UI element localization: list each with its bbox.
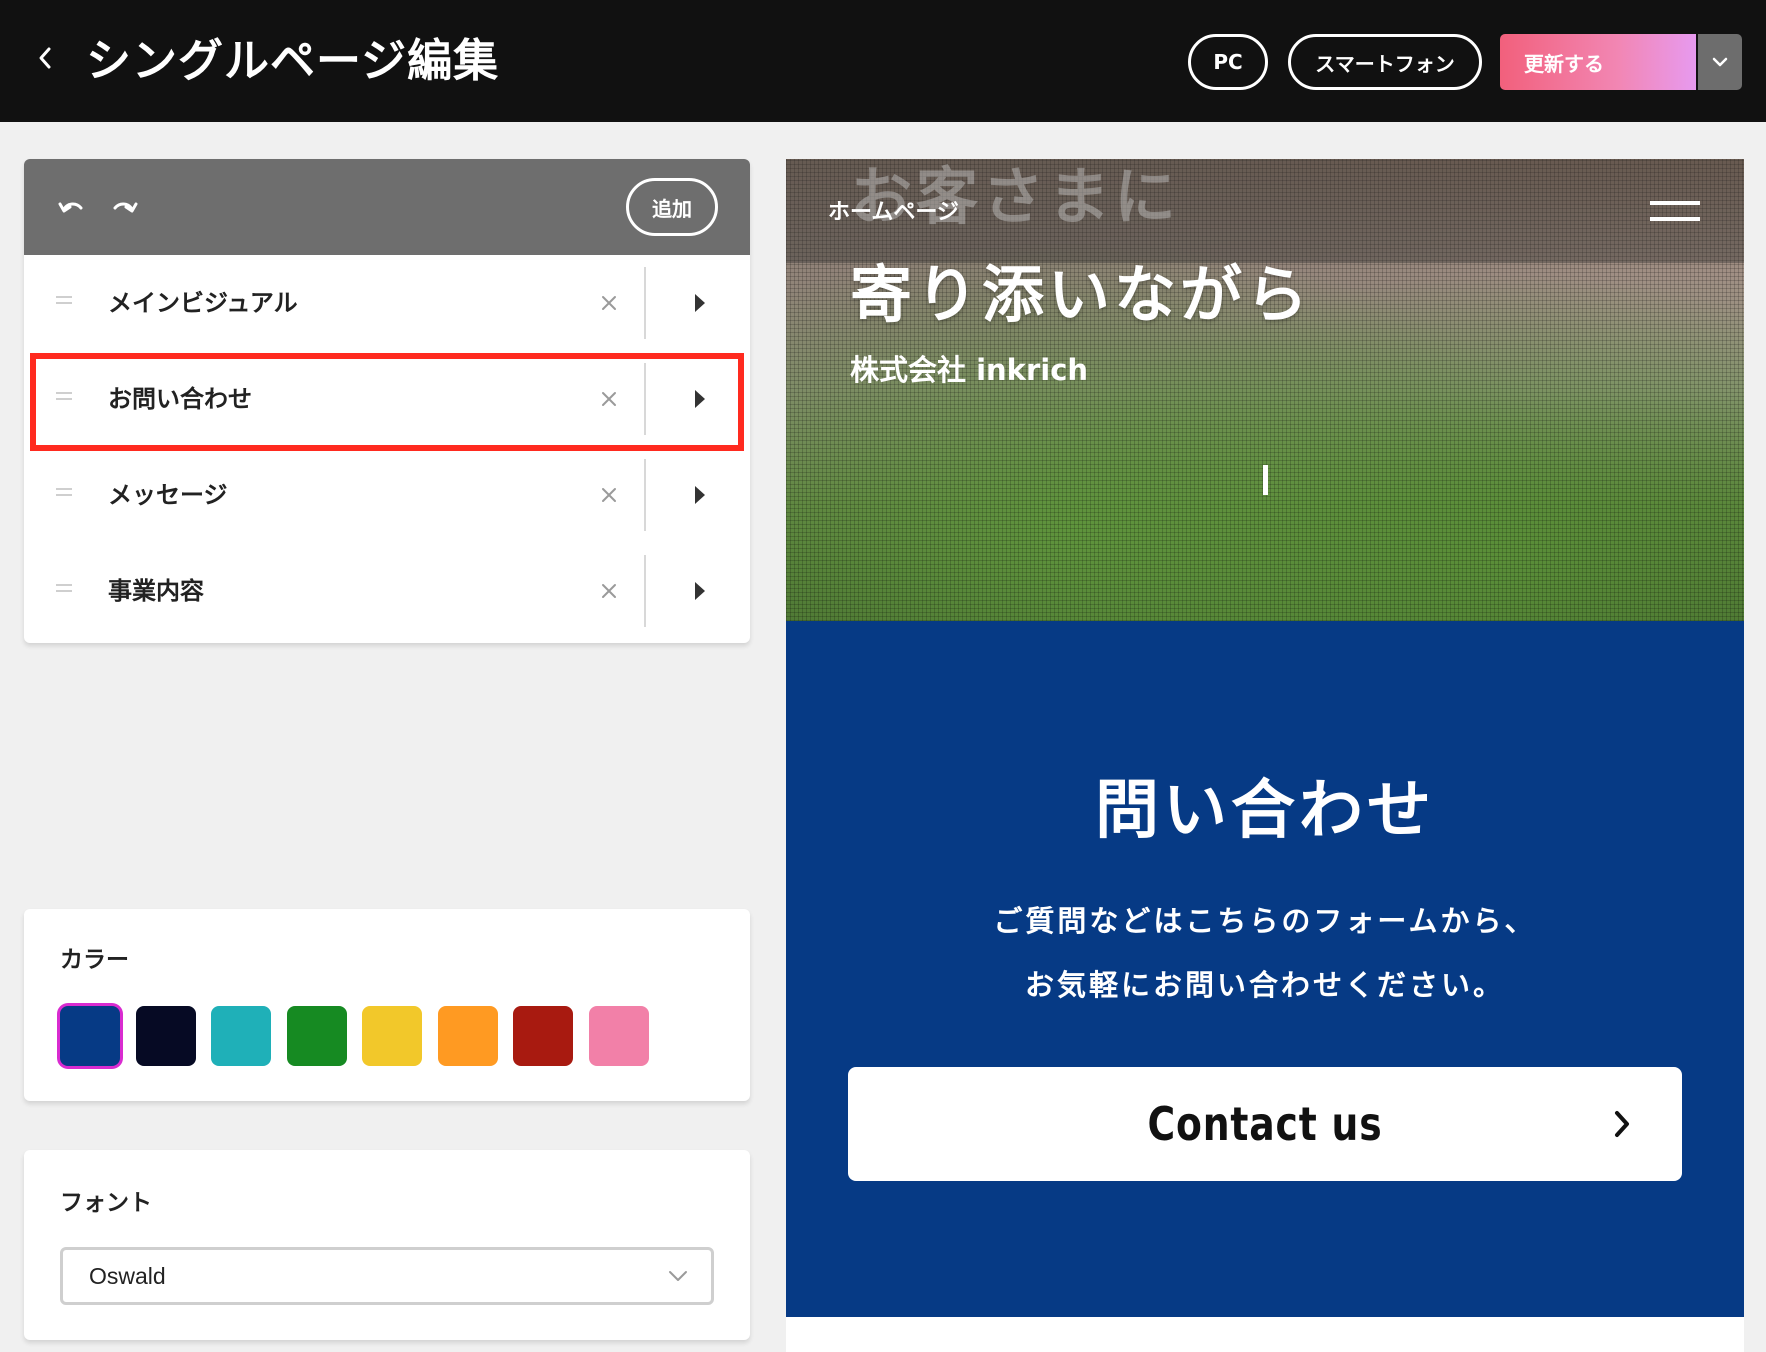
sections-toolbar: 追加: [24, 159, 750, 255]
sections-panel: 追加 メインビジュアル お問い合わせ メッセージ 事業内容: [24, 159, 750, 643]
caret-right-icon[interactable]: [690, 385, 710, 413]
contact-description-line1: ご質問などはこちらのフォームから、: [993, 904, 1537, 938]
row-divider: [644, 459, 646, 531]
font-panel: フォント Oswald: [24, 1150, 750, 1340]
contact-title: 問い合わせ: [1095, 774, 1435, 848]
color-heading: カラー: [60, 947, 129, 973]
chevron-right-icon: [1610, 1107, 1634, 1141]
row-divider: [644, 555, 646, 627]
undo-icon[interactable]: [56, 193, 86, 221]
update-dropdown-button[interactable]: [1698, 34, 1742, 90]
chevron-left-icon[interactable]: [30, 44, 60, 78]
close-icon[interactable]: [594, 381, 624, 417]
caret-right-icon[interactable]: [690, 577, 710, 605]
font-heading: フォント: [60, 1190, 152, 1216]
color-panel: カラー: [24, 909, 750, 1101]
color-swatch[interactable]: [588, 1006, 649, 1066]
update-button[interactable]: 更新する: [1500, 34, 1696, 90]
font-select[interactable]: Oswald: [60, 1247, 714, 1305]
drag-handle-icon[interactable]: [56, 392, 72, 400]
contact-us-button[interactable]: Contact us: [848, 1067, 1682, 1181]
contact-description-line2: お気軽にお問い合わせください。: [1024, 968, 1505, 1002]
close-icon[interactable]: [594, 573, 624, 609]
contact-section: 問い合わせ ご質問などはこちらのフォームから、 お気軽にお問い合わせください。 …: [786, 621, 1744, 1317]
page-title: シングルページ編集: [86, 34, 500, 87]
page-preview: お客さまに ホームページ 寄り添いながら 株式会社 inkrich 問い合わせ …: [786, 159, 1744, 1352]
hero-heading-line2: 寄り添いながら: [850, 258, 1313, 331]
color-swatch[interactable]: [437, 1006, 498, 1066]
hero-company-name: 株式会社 inkrich: [850, 353, 1089, 387]
drag-handle-icon[interactable]: [56, 488, 72, 496]
add-section-button[interactable]: 追加: [626, 178, 718, 236]
section-row-main-visual[interactable]: メインビジュアル: [24, 255, 750, 351]
close-icon[interactable]: [594, 285, 624, 321]
drag-handle-icon[interactable]: [56, 296, 72, 304]
top-bar: シングルページ編集 PC スマートフォン 更新する: [0, 0, 1766, 122]
color-swatch[interactable]: [362, 1006, 422, 1066]
color-swatch[interactable]: [60, 1006, 120, 1066]
row-divider: [644, 363, 646, 435]
row-divider: [644, 267, 646, 339]
color-swatch[interactable]: [513, 1006, 573, 1066]
update-button-label: 更新する: [1524, 51, 1604, 76]
section-label: メッセージ: [108, 481, 228, 509]
view-smartphone-button[interactable]: スマートフォン: [1288, 34, 1482, 90]
color-swatch[interactable]: [286, 1006, 347, 1066]
view-pc-button[interactable]: PC: [1188, 34, 1268, 90]
section-row-business[interactable]: 事業内容: [24, 543, 750, 639]
section-label: メインビジュアル: [108, 289, 298, 317]
site-logo[interactable]: ホームページ: [828, 195, 959, 231]
font-select-value: Oswald: [89, 1262, 166, 1289]
redo-icon[interactable]: [110, 193, 140, 221]
chevron-down-icon: [1712, 57, 1728, 67]
section-label: お問い合わせ: [108, 385, 252, 413]
close-icon[interactable]: [594, 477, 624, 513]
chevron-down-icon: [667, 1266, 689, 1286]
caret-right-icon[interactable]: [690, 481, 710, 509]
color-swatch[interactable]: [135, 1006, 196, 1066]
color-swatch[interactable]: [211, 1006, 271, 1066]
hamburger-menu-icon[interactable]: [1650, 201, 1700, 221]
section-row-message[interactable]: メッセージ: [24, 447, 750, 543]
contact-us-label: Contact us: [1147, 1097, 1383, 1151]
scroll-indicator: [1263, 465, 1268, 495]
section-label: 事業内容: [108, 577, 204, 605]
drag-handle-icon[interactable]: [56, 584, 72, 592]
section-row-contact[interactable]: お問い合わせ: [24, 351, 750, 447]
caret-right-icon[interactable]: [690, 289, 710, 317]
